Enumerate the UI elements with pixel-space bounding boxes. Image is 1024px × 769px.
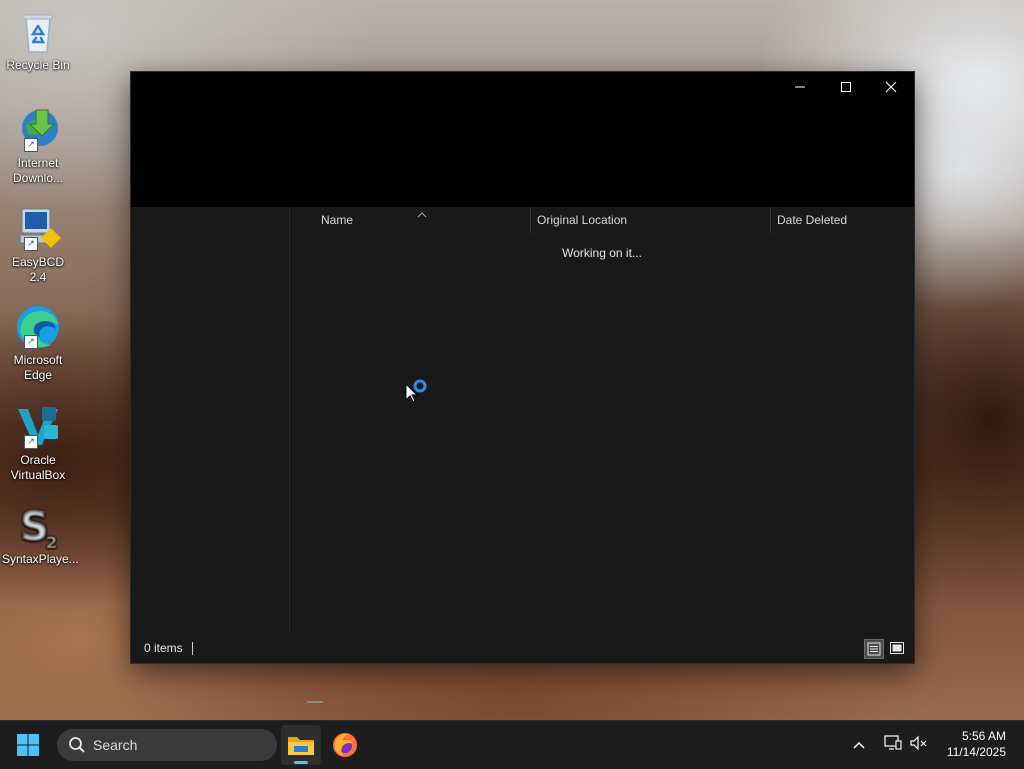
desktop-icon-label: Oracle VirtualBox <box>10 453 66 482</box>
desktop-icon-label: SyntaxPlaye... <box>2 552 79 566</box>
file-list-area[interactable]: Name Original Location Date Deleted Work… <box>290 205 914 703</box>
syntaxplayer-icon: S 2 <box>14 502 62 553</box>
details-view-button[interactable] <box>864 639 884 659</box>
navigation-pane[interactable] <box>131 207 290 633</box>
volume-muted-icon <box>910 735 927 751</box>
taskbar-app-firefox[interactable] <box>325 725 365 765</box>
internet-download-manager-icon: ↗ <box>14 106 62 154</box>
shortcut-arrow-icon: ↗ <box>24 435 38 449</box>
maximize-icon <box>841 82 851 92</box>
chevron-up-icon <box>853 741 865 749</box>
firefox-icon <box>333 733 357 757</box>
search-placeholder: Search <box>93 737 138 753</box>
title-bar[interactable] <box>131 72 914 207</box>
taskbar-app-file-explorer[interactable] <box>281 725 321 765</box>
desktop-icon-label: Internet Downlo... <box>12 156 64 185</box>
status-divider <box>192 642 193 655</box>
desktop-icon-label: EasyBCD 2.4 <box>11 255 64 284</box>
shortcut-arrow-icon: ↗ <box>24 237 38 251</box>
column-header-original-location[interactable]: Original Location <box>537 207 767 233</box>
close-button[interactable] <box>868 72 914 102</box>
tray-overflow-button[interactable] <box>852 737 870 753</box>
easybcd-icon: ↗ <box>14 205 62 253</box>
sort-up-chevron-icon <box>417 205 427 223</box>
svg-text:2: 2 <box>46 533 57 550</box>
close-icon <box>885 81 897 93</box>
loading-status-text: Working on it... <box>562 246 642 260</box>
network-icon <box>884 735 902 750</box>
column-separator[interactable] <box>770 207 771 233</box>
horizontal-scroll-thumb[interactable] <box>307 701 323 703</box>
desktop-icon-syntaxplayer[interactable]: S 2 SyntaxPlaye... <box>2 502 79 567</box>
clock-date: 11/14/2025 <box>946 745 1006 759</box>
large-icons-view-icon <box>890 642 904 654</box>
clock-time: 5:56 AM <box>961 729 1006 743</box>
large-icons-view-button[interactable] <box>888 639 908 659</box>
windows-start-icon <box>17 734 39 756</box>
svg-text:S: S <box>20 504 49 550</box>
desktop-icon-label: Recycle Bin <box>6 58 70 72</box>
column-separator[interactable] <box>530 207 531 233</box>
desktop-icon-microsoft-edge[interactable]: ↗ Microsoft Edge <box>2 303 74 383</box>
desktop-icon-easybcd[interactable]: ↗ EasyBCD 2.4 <box>2 205 74 285</box>
desktop-icon-internet-download-manager[interactable]: ↗ Internet Downlo... <box>2 106 74 186</box>
start-button[interactable] <box>16 733 40 757</box>
recycle-bin-icon <box>14 8 62 56</box>
desktop-icon-label: Microsoft Edge <box>13 353 63 382</box>
shortcut-arrow-icon: ↗ <box>24 335 38 349</box>
search-icon <box>69 737 85 753</box>
network-button[interactable] <box>884 735 904 753</box>
edge-icon: ↗ <box>14 303 62 351</box>
column-header-date-deleted[interactable]: Date Deleted <box>777 207 907 233</box>
maximize-button[interactable] <box>823 72 869 102</box>
minimize-icon <box>795 86 805 88</box>
desktop-icon-oracle-virtualbox[interactable]: ↗ Oracle VirtualBox <box>2 403 74 483</box>
clock[interactable]: 5:56 AM 11/14/2025 <box>936 728 1006 762</box>
volume-button[interactable] <box>910 735 930 753</box>
desktop-icon-recycle-bin[interactable]: Recycle Bin <box>2 8 74 73</box>
taskbar: Search 5:56 AM 11/14/2025 <box>0 720 1024 769</box>
recycle-bin-window: Name Original Location Date Deleted Work… <box>130 71 915 703</box>
taskbar-search-box[interactable]: Search <box>57 729 277 761</box>
virtualbox-icon: ↗ <box>14 403 62 451</box>
shortcut-arrow-icon: ↗ <box>24 138 38 152</box>
busy-cursor-icon <box>405 378 431 409</box>
details-view-icon <box>867 642 881 656</box>
item-count: 0 items <box>144 641 183 655</box>
status-bar: 0 items <box>131 633 914 663</box>
minimize-button[interactable] <box>777 72 823 102</box>
file-explorer-icon <box>288 737 314 755</box>
active-app-indicator <box>294 761 308 764</box>
